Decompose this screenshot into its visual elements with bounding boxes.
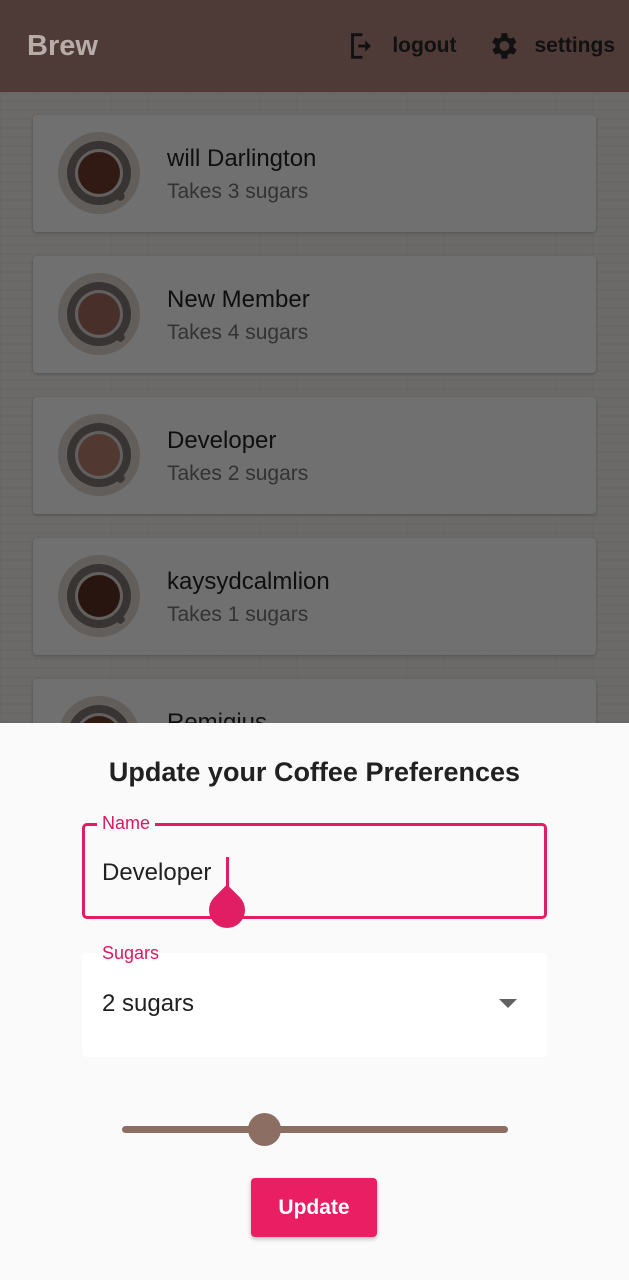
logout-icon <box>344 29 378 63</box>
slider-track[interactable] <box>122 1126 508 1133</box>
settings-button[interactable]: settings <box>486 29 615 63</box>
app-title: Brew <box>27 29 98 62</box>
slider-thumb[interactable] <box>247 1113 281 1146</box>
sugars-dropdown[interactable]: Sugars 2 sugars <box>82 943 547 1057</box>
modal-scrim[interactable] <box>0 0 629 723</box>
logout-button[interactable]: logout <box>344 29 456 63</box>
name-input[interactable]: Name Developer <box>82 813 547 936</box>
name-label: Name <box>97 813 156 834</box>
dropdown-arrow-icon <box>499 999 517 1008</box>
preferences-sheet: Update your Coffee Preferences Name Deve… <box>0 723 629 1280</box>
settings-label: settings <box>534 34 615 57</box>
app-bar: Brew logout settings <box>0 0 629 92</box>
sugars-value: 2 sugars <box>102 990 195 1017</box>
name-value: Developer <box>102 859 212 886</box>
update-button[interactable]: Update <box>251 1178 377 1237</box>
logout-label: logout <box>392 34 457 57</box>
caret-handle[interactable] <box>201 884 253 936</box>
sugars-label: Sugars <box>102 943 160 963</box>
strength-slider[interactable] <box>122 1113 508 1146</box>
gear-icon <box>486 29 520 63</box>
sheet-title: Update your Coffee Preferences <box>108 757 521 787</box>
